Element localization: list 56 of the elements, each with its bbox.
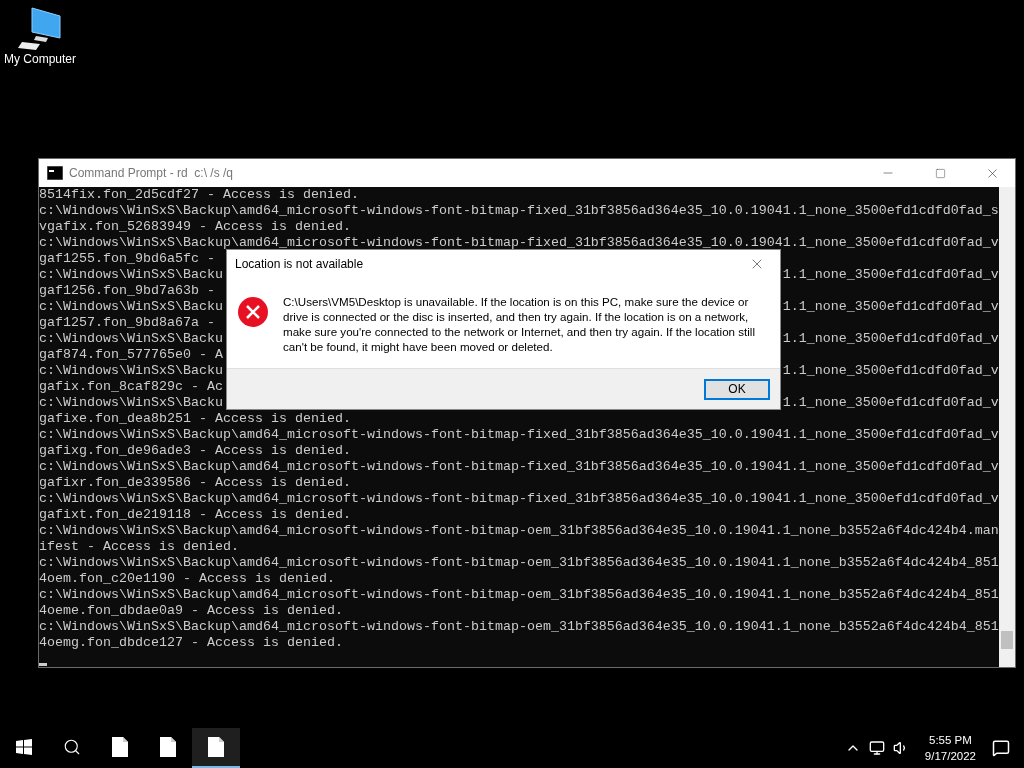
desktop-icon-label[interactable]: My Computer xyxy=(4,52,76,66)
console-line: gafixr.fon_de339586 - Access is denied. xyxy=(39,475,351,491)
error-message: C:\Users\VM5\Desktop is unavailable. If the location is on this PC, make sure the device or drive is connected or the disc is inserted, and then try again. If the location is on a network, make sure you're connected to the network or Internet, and then try again. If the location still can't be found, it might have been moved or deleted. xyxy=(283,294,757,355)
network-icon[interactable] xyxy=(868,740,885,756)
taskbar-app[interactable] xyxy=(192,728,240,768)
console-line: gafixt.fon_de219118 - Access is denied. xyxy=(39,507,351,523)
scrollbar[interactable] xyxy=(998,187,1015,667)
dialog-title: Location is not available xyxy=(235,257,365,271)
windows-icon xyxy=(16,739,32,755)
console-line: 1.1_none_3500efd1cdfd0fad_v xyxy=(782,267,999,283)
text-cursor xyxy=(39,663,47,666)
console-line: c:\Windows\WinSxS\Backup\amd64_microsoft-windows-font-bitmap-fixed_31bf3856ad364e35_10.0.19041.1_none_3500efd1cdfd0fad_s xyxy=(39,203,999,219)
console-line: c:\Windows\WinSxS\Backu xyxy=(39,363,223,379)
console-line: 1.1_none_3500efd1cdfd0fad_v xyxy=(782,363,999,379)
console-line: c:\Windows\WinSxS\Backu xyxy=(39,299,223,315)
console-line: vgafix.fon_52683949 - Access is denied. xyxy=(39,219,351,235)
scrollbar-thumb[interactable] xyxy=(1000,631,1013,649)
maximize-icon xyxy=(934,167,946,179)
console-icon xyxy=(47,166,63,180)
console-line: 4oeme.fon_dbdae0a9 - Access is denied. xyxy=(39,603,343,619)
console-line: gaf874.fon_577765e0 - A xyxy=(39,347,223,363)
console-line: c:\Windows\WinSxS\Backup\amd64_microsoft-windows-font-bitmap-oem_31bf3856ad364e35_10.0.19041.1_none_b3552a6f4dc424b4_851 xyxy=(39,587,999,603)
console-line: c:\Windows\WinSxS\Backup\amd64_microsoft-windows-font-bitmap-oem_31bf3856ad364e35_10.0.19041.1_none_b3552a6f4dc424b4.man xyxy=(39,523,999,539)
console-line: gafixe.fon_dea8b251 - Access is denied. xyxy=(39,411,351,427)
console-line: c:\Windows\WinSxS\Backup\amd64_microsoft-windows-font-bitmap-oem_31bf3856ad364e35_10.0.19041.1_none_b3552a6f4dc424b4_851 xyxy=(39,555,999,571)
notification-icon[interactable] xyxy=(992,739,1010,757)
console-line: gaf1256.fon_9bd7a63b - xyxy=(39,283,215,299)
console-line: c:\Windows\WinSxS\Backu xyxy=(39,395,223,411)
console-line: 1.1_none_3500efd1cdfd0fad_v xyxy=(782,299,999,315)
console-line: c:\Windows\WinSxS\Backup\amd64_microsoft-windows-font-bitmap-fixed_31bf3856ad364e35_10.0.19041.1_none_3500efd1cdfd0fad_v xyxy=(39,427,999,443)
window-title: Command Prompt - rd c:\ /s /q xyxy=(69,166,235,180)
clock-date[interactable]: 9/17/2022 xyxy=(924,748,976,764)
console-line: 8514fix.fon_2d5cdf27 - Access is denied. xyxy=(39,187,359,203)
document-icon xyxy=(112,737,128,757)
console-line: gaf1255.fon_9bd6a5fc - xyxy=(39,251,215,267)
computer-icon xyxy=(18,6,62,50)
ok-button[interactable]: OK xyxy=(704,378,770,400)
console-line: ifest - Access is denied. xyxy=(39,539,239,555)
console-line: gafix.fon_8caf829c - Ac xyxy=(39,379,223,395)
error-icon xyxy=(237,296,269,328)
console-line: 4oemg.fon_dbdce127 - Access is denied. xyxy=(39,635,343,651)
console-line: 1.1_none_3500efd1cdfd0fad_v xyxy=(782,331,999,347)
console-line: gafixg.fon_de96ade3 - Access is denied. xyxy=(39,443,351,459)
console-line: 4oem.fon_c20e1190 - Access is denied. xyxy=(39,571,335,587)
console-line: c:\Windows\WinSxS\Backu xyxy=(39,331,223,347)
console-line: c:\Windows\WinSxS\Backu xyxy=(39,267,223,283)
console-line: 1.1_none_3500efd1cdfd0fad_v xyxy=(782,395,999,411)
console-line: gaf1257.fon_9bd8a67a - xyxy=(39,315,215,331)
console-line: c:\Windows\WinSxS\Backup\amd64_microsoft-windows-font-bitmap-fixed_31bf3856ad364e35_10.0.19041.1_none_3500efd1cdfd0fad_v xyxy=(39,491,999,507)
document-icon xyxy=(160,737,176,757)
console-line: c:\Windows\WinSxS\Backup\amd64_microsoft-windows-font-bitmap-fixed_31bf3856ad364e35_10.0.19041.1_none_3500efd1cdfd0fad_v xyxy=(39,235,999,251)
document-icon xyxy=(208,737,224,757)
clock-time[interactable]: 5:55 PM xyxy=(929,732,972,748)
search-icon xyxy=(63,738,81,756)
console-line: c:\Windows\WinSxS\Backup\amd64_microsoft-windows-font-bitmap-oem_31bf3856ad364e35_10.0.19041.1_none_b3552a6f4dc424b4_851 xyxy=(39,619,999,635)
console-line: c:\Windows\WinSxS\Backup\amd64_microsoft-windows-font-bitmap-fixed_31bf3856ad364e35_10.0.19041.1_none_3500efd1cdfd0fad_v xyxy=(39,459,999,475)
